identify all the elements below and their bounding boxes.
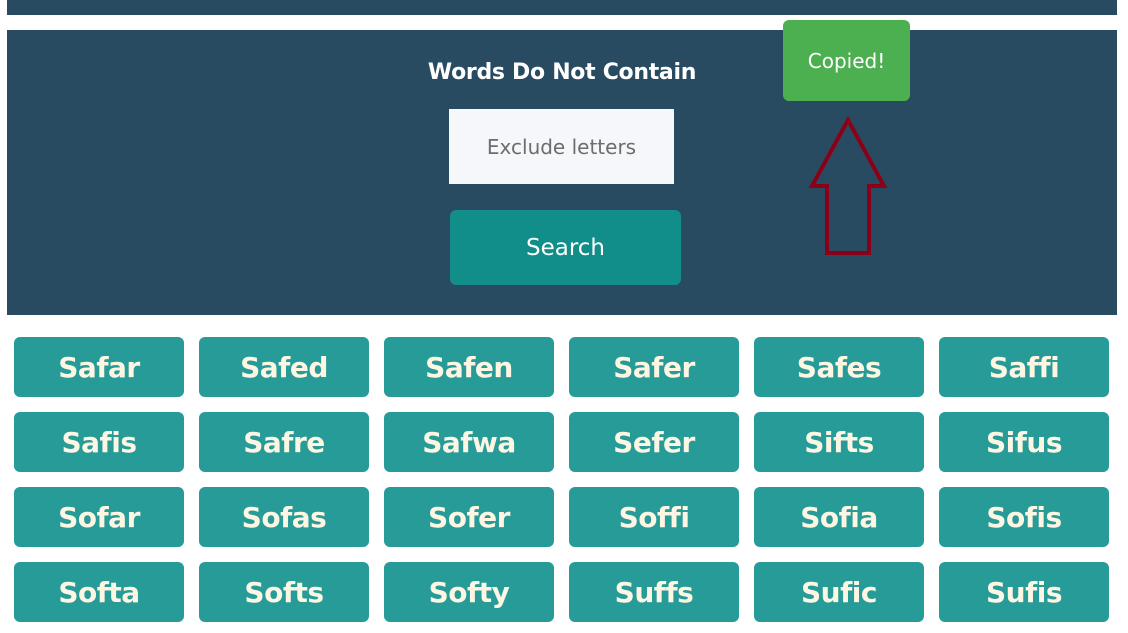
word-tile[interactable]: Softy — [384, 562, 554, 622]
word-tile[interactable]: Safwa — [384, 412, 554, 472]
word-tile[interactable]: Sofar — [14, 487, 184, 547]
word-tile[interactable]: Safer — [569, 337, 739, 397]
word-tile[interactable]: Sifts — [754, 412, 924, 472]
word-tile[interactable]: Safar — [14, 337, 184, 397]
arrow-up-outline-icon — [808, 115, 888, 255]
word-tile[interactable]: Sufic — [754, 562, 924, 622]
word-tile[interactable]: Sofas — [199, 487, 369, 547]
word-tile[interactable]: Sefer — [569, 412, 739, 472]
word-tile[interactable]: Sifus — [939, 412, 1109, 472]
word-tile[interactable]: Softa — [14, 562, 184, 622]
word-tile[interactable]: Sofia — [754, 487, 924, 547]
panel-title: Words Do Not Contain — [427, 60, 697, 85]
word-grid: Safar Safed Safen Safer Safes Saffi Safis Safre… — [14, 337, 1109, 622]
top-bar — [7, 0, 1117, 15]
toast-message: Copied! — [807, 48, 886, 73]
word-tile[interactable]: Safre — [199, 412, 369, 472]
word-tile[interactable]: Safed — [199, 337, 369, 397]
word-tile[interactable]: Safen — [384, 337, 554, 397]
word-tile[interactable]: Softs — [199, 562, 369, 622]
word-tile[interactable]: Safis — [14, 412, 184, 472]
word-tile[interactable]: Safes — [754, 337, 924, 397]
word-tile[interactable]: Sufis — [939, 562, 1109, 622]
word-tile[interactable]: Soffi — [569, 487, 739, 547]
copied-toast: Copied! — [783, 20, 910, 101]
exclude-letters-input[interactable] — [449, 109, 674, 184]
search-panel: Words Do Not Contain Search — [7, 30, 1117, 315]
word-tile[interactable]: Suffs — [569, 562, 739, 622]
word-tile[interactable]: Sofis — [939, 487, 1109, 547]
search-button[interactable]: Search — [450, 210, 681, 285]
arrow-shape — [808, 115, 888, 255]
word-tile[interactable]: Saffi — [939, 337, 1109, 397]
word-tile[interactable]: Sofer — [384, 487, 554, 547]
